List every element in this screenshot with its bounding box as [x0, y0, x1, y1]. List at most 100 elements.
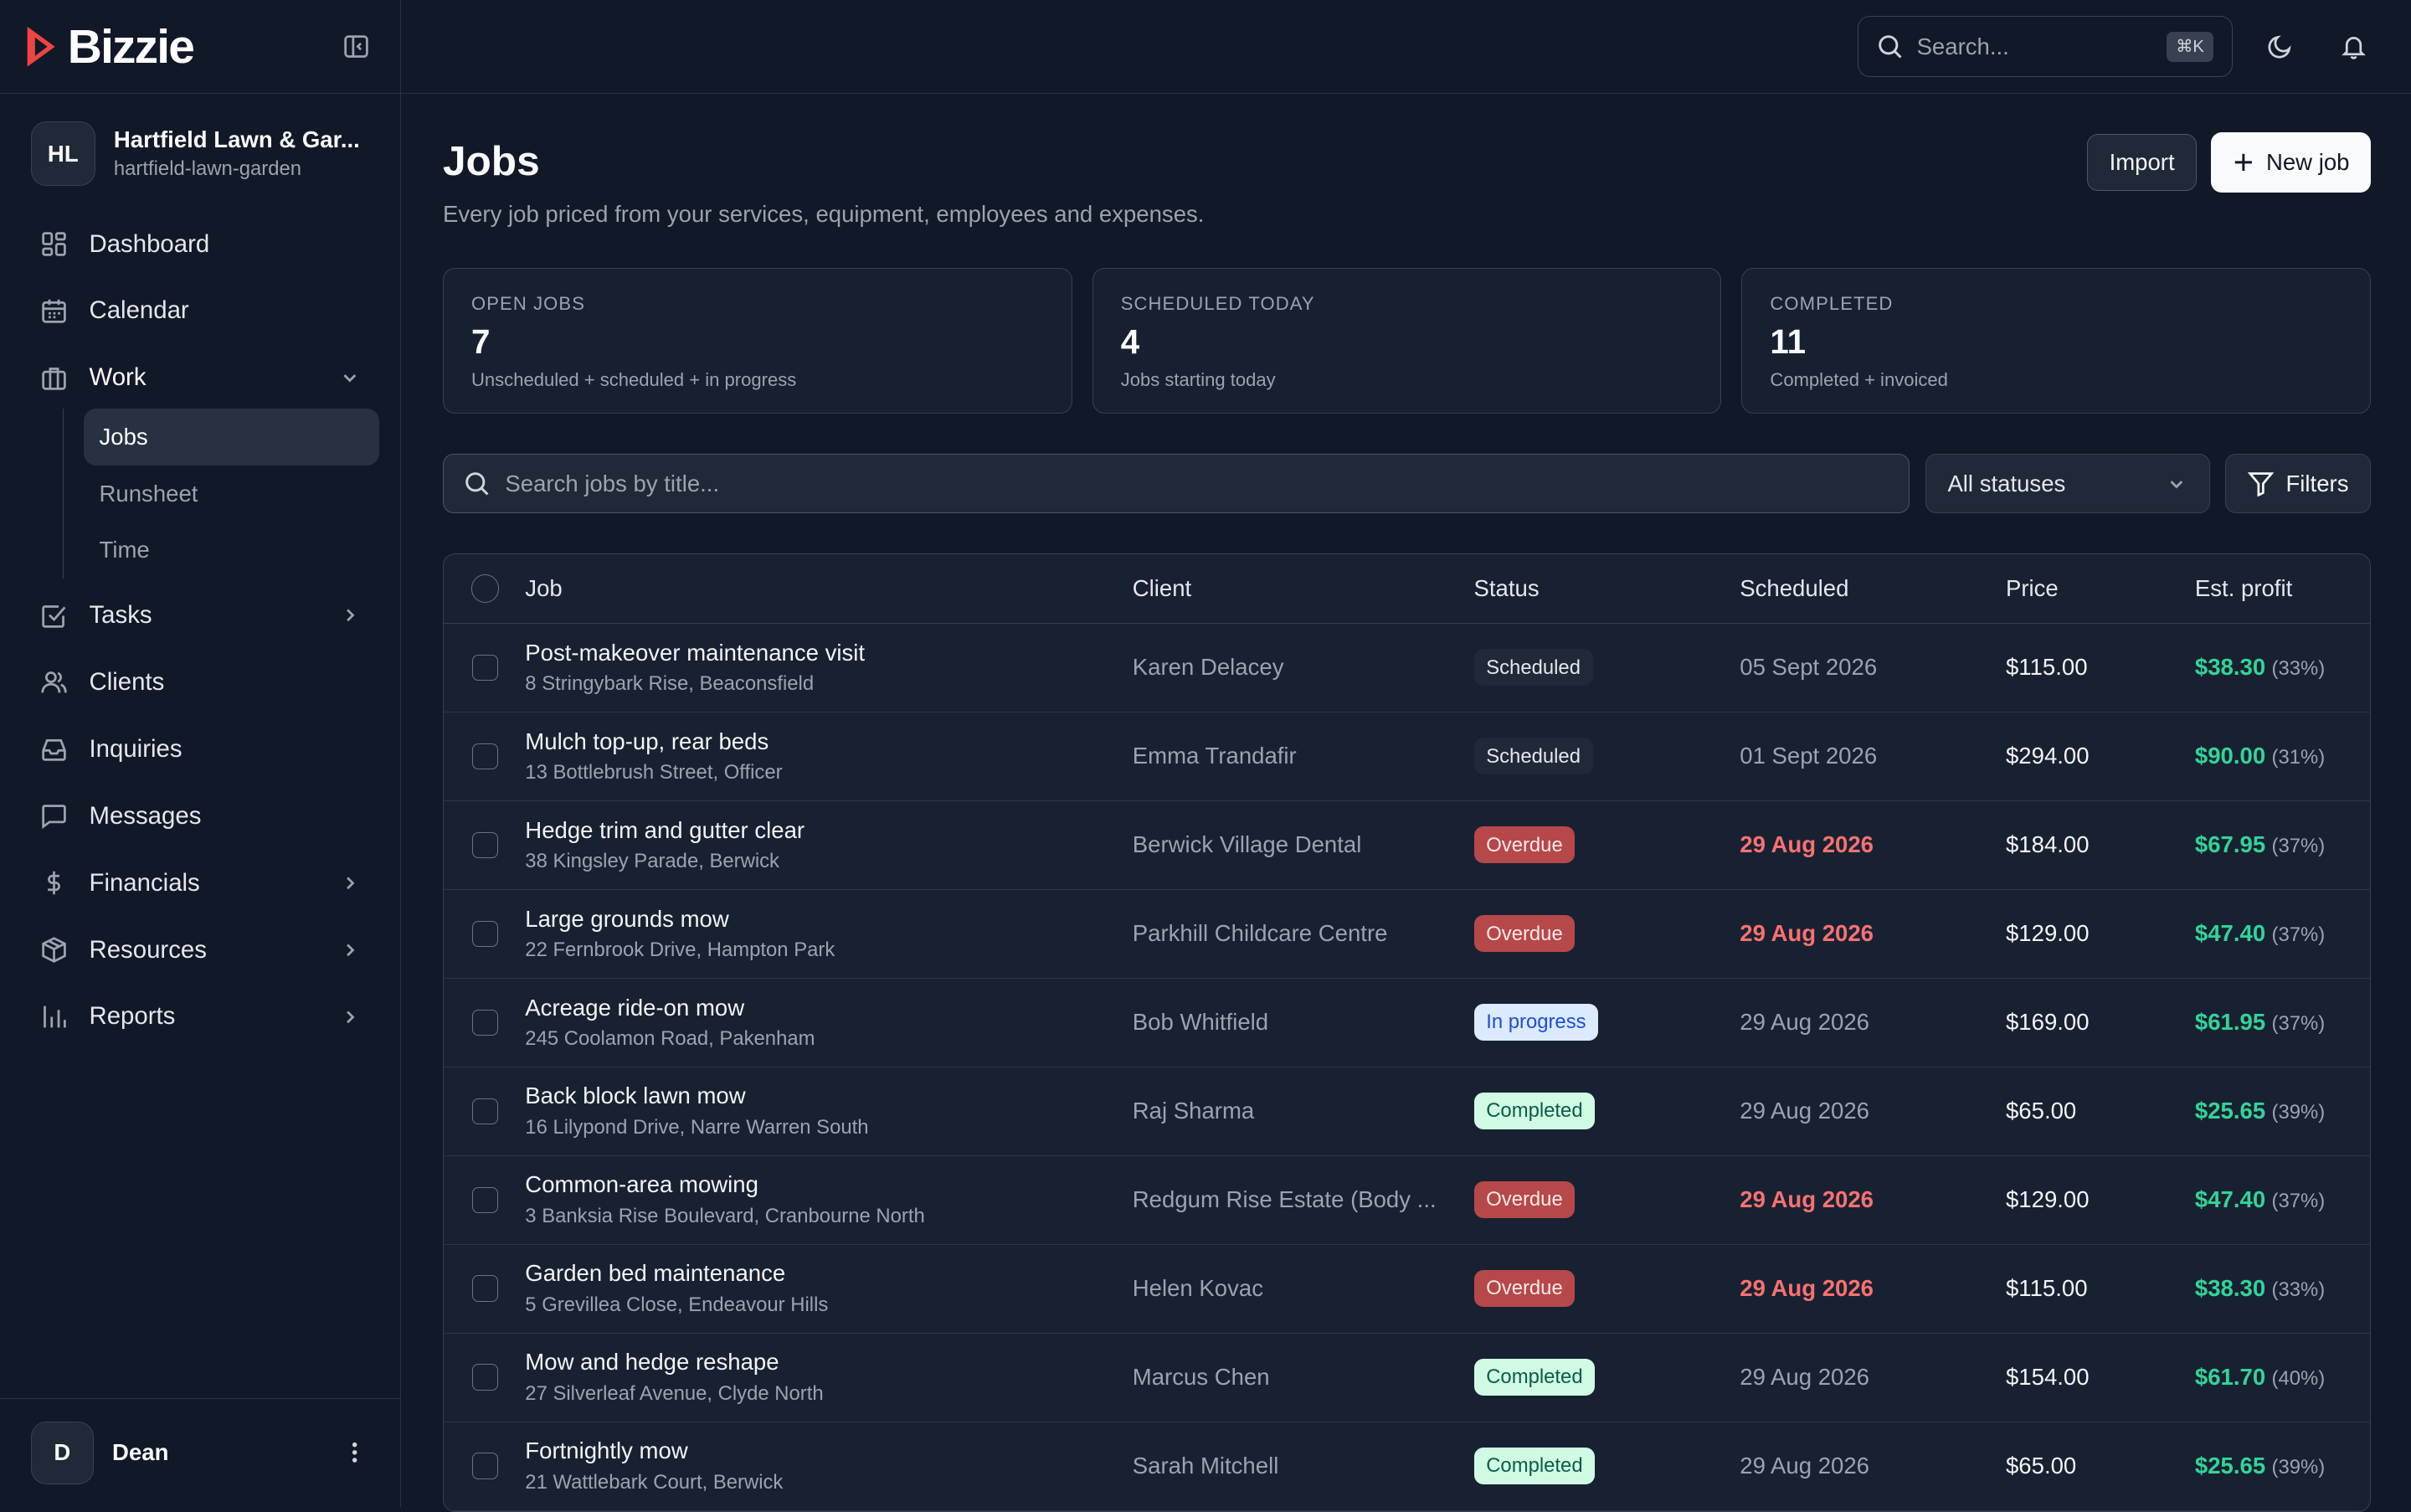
stat-description: Jobs starting today	[1120, 369, 1276, 391]
profit-percent: (39%)	[2271, 1101, 2326, 1124]
column-header-price[interactable]: Price	[2006, 575, 2195, 602]
est-profit: $61.70	[2194, 1364, 2266, 1391]
job-client: Helen Kovac	[1132, 1275, 1263, 1302]
sidebar-item-label: Work	[89, 363, 147, 392]
table-row[interactable]: Fortnightly mow 21 Wattlebark Court, Ber…	[443, 1422, 2371, 1511]
sidebar-item-inquiries[interactable]: Inquiries	[22, 716, 379, 783]
est-profit: $47.40	[2194, 1186, 2266, 1213]
job-price: $129.00	[2005, 920, 2090, 947]
job-client: Parkhill Childcare Centre	[1132, 920, 1388, 947]
org-slug: hartfield-lawn-garden	[113, 157, 302, 181]
job-title[interactable]: Post-makeover maintenance visit	[525, 640, 1132, 666]
collapse-sidebar-button[interactable]	[336, 27, 376, 67]
select-all-checkbox[interactable]	[471, 574, 500, 603]
job-cell: Garden bed maintenance 5 Grevillea Close…	[525, 1260, 1132, 1316]
table-row[interactable]: Acreage ride-on mow 245 Coolamon Road, P…	[443, 979, 2371, 1067]
job-title[interactable]: Acreage ride-on mow	[525, 995, 1132, 1021]
row-checkbox[interactable]	[471, 1009, 499, 1036]
sidebar-item-dashboard[interactable]: Dashboard	[22, 211, 379, 278]
status-cell: Overdue	[1473, 1270, 1740, 1308]
job-cell: Hedge trim and gutter clear 38 Kingsley …	[525, 817, 1132, 873]
dollar-icon	[37, 866, 70, 899]
sidebar-item-messages[interactable]: Messages	[22, 783, 379, 850]
sidebar-item-calendar[interactable]: Calendar	[22, 277, 379, 344]
job-title[interactable]: Common-area mowing	[525, 1171, 1132, 1198]
row-checkbox[interactable]	[471, 1453, 499, 1479]
row-checkbox[interactable]	[471, 1364, 499, 1391]
status-cell: Scheduled	[1473, 738, 1740, 775]
table-row[interactable]: Hedge trim and gutter clear 38 Kingsley …	[443, 801, 2371, 890]
notifications-button[interactable]	[2328, 20, 2380, 72]
sidebar-item-resources[interactable]: Resources	[22, 917, 379, 984]
sidebar-item-work[interactable]: Work	[22, 344, 379, 411]
job-title[interactable]: Garden bed maintenance	[525, 1260, 1132, 1287]
org-avatar: HL	[30, 121, 95, 187]
profit-percent: (39%)	[2271, 1456, 2326, 1479]
table-row[interactable]: Mow and hedge reshape 27 Silverleaf Aven…	[443, 1334, 2371, 1422]
row-checkbox[interactable]	[471, 920, 499, 947]
jobs-table: Job Client Status Scheduled Price Est. p…	[442, 553, 2372, 1512]
est-profit: $90.00	[2194, 743, 2266, 769]
new-job-button[interactable]: New job	[2210, 131, 2372, 193]
job-title[interactable]: Hedge trim and gutter clear	[525, 817, 1132, 844]
status-badge: Scheduled	[1473, 738, 1593, 775]
user-menu[interactable]: D Dean	[0, 1397, 401, 1507]
scheduled-date: 29 Aug 2026	[1740, 920, 1874, 947]
job-address: 245 Coolamon Road, Pakenham	[525, 1026, 815, 1050]
column-header-client[interactable]: Client	[1133, 575, 1474, 602]
sidebar-item-reports[interactable]: Reports	[22, 983, 379, 1050]
column-header-profit[interactable]: Est. profit	[2195, 575, 2370, 602]
column-header-status[interactable]: Status	[1474, 575, 1740, 602]
sidebar-item-label: Financials	[89, 868, 200, 897]
job-title[interactable]: Back block lawn mow	[525, 1083, 1132, 1109]
est-profit: $25.65	[2194, 1098, 2266, 1124]
column-header-scheduled[interactable]: Scheduled	[1740, 575, 2006, 602]
scheduled-date: 29 Aug 2026	[1740, 1186, 1874, 1213]
filters-button[interactable]: Filters	[2224, 453, 2372, 514]
table-row[interactable]: Garden bed maintenance 5 Grevillea Close…	[443, 1245, 2371, 1334]
stat-value: 11	[1770, 322, 1807, 362]
row-checkbox[interactable]	[471, 1186, 499, 1213]
table-row[interactable]: Common-area mowing 3 Banksia Rise Boulev…	[443, 1156, 2371, 1245]
status-select[interactable]: All statuses	[1925, 453, 2210, 514]
import-button[interactable]: Import	[2086, 133, 2198, 191]
sidebar-item-clients[interactable]: Clients	[22, 649, 379, 716]
sidebar-item-financials[interactable]: Financials	[22, 850, 379, 917]
job-price: $65.00	[2005, 1098, 2077, 1124]
chevron-right-icon	[336, 869, 363, 897]
profit-percent: (40%)	[2271, 1367, 2326, 1391]
job-title[interactable]: Mow and hedge reshape	[525, 1349, 1132, 1376]
column-header-job[interactable]: Job	[525, 575, 1132, 602]
job-title[interactable]: Large grounds mow	[525, 906, 1132, 933]
org-switcher[interactable]: HL Hartfield Lawn & Gar... hartfield-law…	[0, 94, 400, 204]
plus-icon	[2233, 152, 2254, 173]
new-job-label: New job	[2265, 148, 2350, 175]
message-icon	[37, 800, 70, 833]
table-row[interactable]: Back block lawn mow 16 Lilypond Drive, N…	[443, 1067, 2371, 1156]
table-row[interactable]: Mulch top-up, rear beds 13 Bottlebrush S…	[443, 712, 2371, 801]
job-title[interactable]: Mulch top-up, rear beds	[525, 728, 1132, 755]
job-search-input[interactable]: Search jobs by title...	[442, 453, 1910, 514]
status-cell: Completed	[1473, 1447, 1740, 1485]
calendar-icon	[37, 294, 70, 327]
theme-toggle-button[interactable]	[2254, 20, 2306, 72]
search-input[interactable]: Search...	[1917, 33, 2153, 60]
stat-description: Completed + invoiced	[1770, 369, 1948, 391]
global-search[interactable]: Search... ⌘K	[1857, 15, 2233, 78]
table-row[interactable]: Post-makeover maintenance visit 8 String…	[443, 624, 2371, 712]
row-checkbox[interactable]	[471, 831, 499, 858]
row-checkbox[interactable]	[471, 743, 499, 769]
sidebar-item-tasks[interactable]: Tasks	[22, 582, 379, 649]
row-checkbox[interactable]	[471, 1098, 499, 1124]
job-search-placeholder: Search jobs by title...	[505, 470, 720, 496]
job-title[interactable]: Fortnightly mow	[525, 1437, 1132, 1464]
row-checkbox[interactable]	[471, 654, 499, 681]
row-checkbox[interactable]	[471, 1275, 499, 1302]
sidebar-item-runsheet[interactable]: Runsheet	[84, 465, 379, 522]
logo[interactable]: Bizzie	[24, 19, 195, 75]
more-vertical-icon[interactable]	[339, 1437, 370, 1468]
table-row[interactable]: Large grounds mow 22 Fernbrook Drive, Ha…	[443, 890, 2371, 979]
sidebar-item-time[interactable]: Time	[84, 522, 379, 579]
est-profit: $61.95	[2194, 1009, 2266, 1036]
sidebar-item-jobs[interactable]: Jobs	[84, 408, 379, 465]
